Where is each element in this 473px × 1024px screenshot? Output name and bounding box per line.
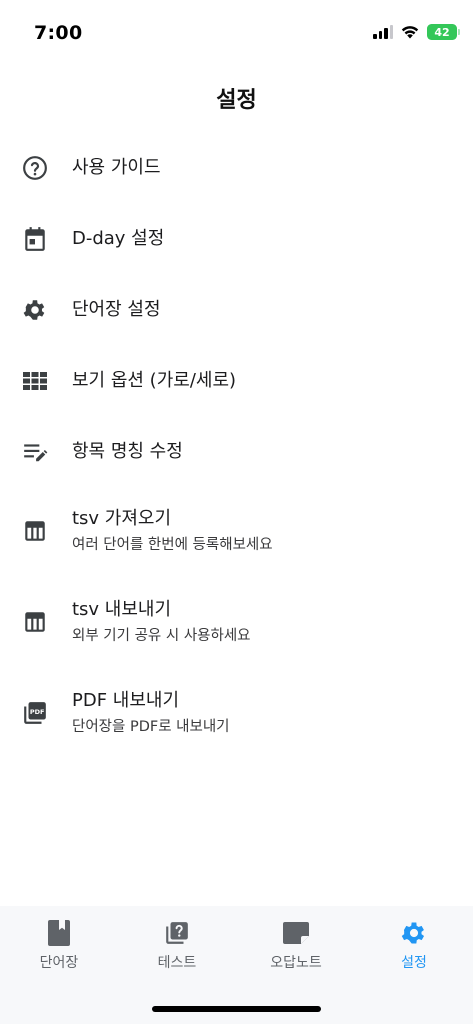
tab-label: 단어장 (39, 955, 79, 971)
cellular-signal-icon (373, 25, 393, 39)
note-icon (282, 919, 310, 947)
menu-item-user-guide[interactable]: 사용 가이드 (0, 136, 473, 200)
gear-icon (21, 296, 49, 324)
book-icon (45, 919, 73, 947)
tab-settings[interactable]: 설정 (355, 906, 473, 986)
page-title: 설정 (216, 88, 257, 113)
menu-label: D-day 설정 (72, 228, 165, 249)
menu-label: tsv 가져오기 (72, 508, 172, 529)
home-indicator (152, 1006, 321, 1012)
status-bar: 7:00 42 (0, 0, 473, 60)
tab-label: 테스트 (157, 955, 197, 971)
menu-label: 보기 옵션 (가로/세로) (72, 370, 237, 391)
menu-item-view-options[interactable]: 보기 옵션 (가로/세로) (0, 349, 473, 413)
menu-label: tsv 내보내기 (72, 599, 172, 620)
status-icons: 42 (373, 24, 460, 40)
menu-label: 항목 명칭 수정 (72, 441, 183, 462)
svg-text:PDF: PDF (30, 708, 45, 716)
table-icon (21, 517, 49, 545)
menu-label: PDF 내보내기 (72, 690, 180, 711)
grid-view-icon (21, 367, 49, 395)
tab-label: 오답노트 (270, 955, 322, 971)
quiz-icon (163, 919, 191, 947)
table-icon (21, 608, 49, 636)
menu-subtitle: 여러 단어를 한번에 등록해보세요 (72, 537, 273, 553)
battery-icon: 42 (427, 24, 460, 40)
tab-wrong-answer-note[interactable]: 오답노트 (237, 906, 355, 986)
tab-wordbook[interactable]: 단어장 (0, 906, 118, 986)
wifi-icon (401, 26, 419, 39)
pdf-icon: PDF (21, 699, 49, 727)
tab-label: 설정 (401, 955, 427, 971)
menu-subtitle: 단어장을 PDF로 내보내기 (72, 719, 230, 735)
menu-item-wordbook-settings[interactable]: 단어장 설정 (0, 278, 473, 342)
menu-label: 단어장 설정 (72, 299, 161, 320)
menu-item-pdf-export[interactable]: PDF PDF 내보내기 단어장을 PDF로 내보내기 (0, 673, 473, 753)
menu-item-tsv-export[interactable]: tsv 내보내기 외부 기기 공유 시 사용하세요 (0, 582, 473, 662)
menu-item-rename-fields[interactable]: 항목 명칭 수정 (0, 420, 473, 484)
menu-item-tsv-import[interactable]: tsv 가져오기 여러 단어를 한번에 등록해보세요 (0, 491, 473, 571)
menu-label: 사용 가이드 (72, 157, 161, 178)
menu-item-dday-settings[interactable]: D-day 설정 (0, 207, 473, 271)
menu-subtitle: 외부 기기 공유 시 사용하세요 (72, 628, 251, 644)
tab-test[interactable]: 테스트 (118, 906, 236, 986)
gear-icon (400, 919, 428, 947)
status-time: 7:00 (34, 22, 83, 44)
help-circle-icon (21, 154, 49, 182)
calendar-icon (21, 225, 49, 253)
edit-list-icon (21, 438, 49, 466)
